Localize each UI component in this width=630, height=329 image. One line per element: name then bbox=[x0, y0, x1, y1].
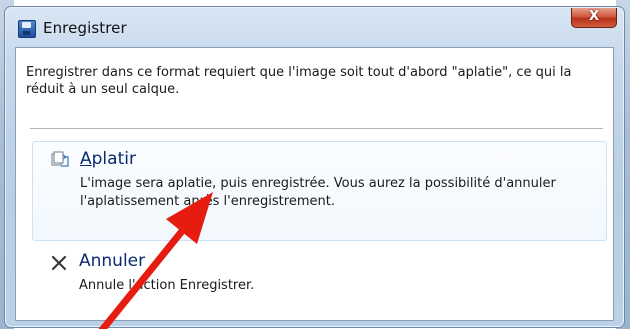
cancel-title: Annuler bbox=[79, 251, 146, 271]
flatten-title-rest: platir bbox=[91, 149, 136, 169]
flatten-description: L'image sera aplatie, puis enregistrée. … bbox=[80, 176, 556, 209]
close-icon bbox=[51, 255, 67, 271]
close-button[interactable]: X bbox=[571, 8, 617, 28]
floppy-disk-icon bbox=[18, 20, 36, 38]
separator bbox=[30, 128, 603, 129]
cancel-option[interactable]: Annuler Annule l'action Enregistrer. bbox=[32, 246, 607, 312]
flatten-option[interactable]: Aplatir L'image sera aplatie, puis enreg… bbox=[32, 141, 607, 241]
title-bar[interactable]: Enregistrer X bbox=[5, 7, 624, 45]
save-dialog: Enregistrer X Enregistrer dans ce format… bbox=[4, 6, 625, 328]
dialog-message: Enregistrer dans ce format requiert que … bbox=[26, 65, 572, 97]
dialog-title: Enregistrer bbox=[43, 19, 127, 37]
flatten-icon bbox=[51, 151, 69, 167]
flatten-access-key: A bbox=[80, 149, 92, 169]
cancel-description: Annule l'action Enregistrer. bbox=[79, 278, 255, 293]
dialog-content: Enregistrer dans ce format requiert que … bbox=[15, 47, 614, 321]
flatten-title: Aplatir bbox=[80, 149, 136, 169]
